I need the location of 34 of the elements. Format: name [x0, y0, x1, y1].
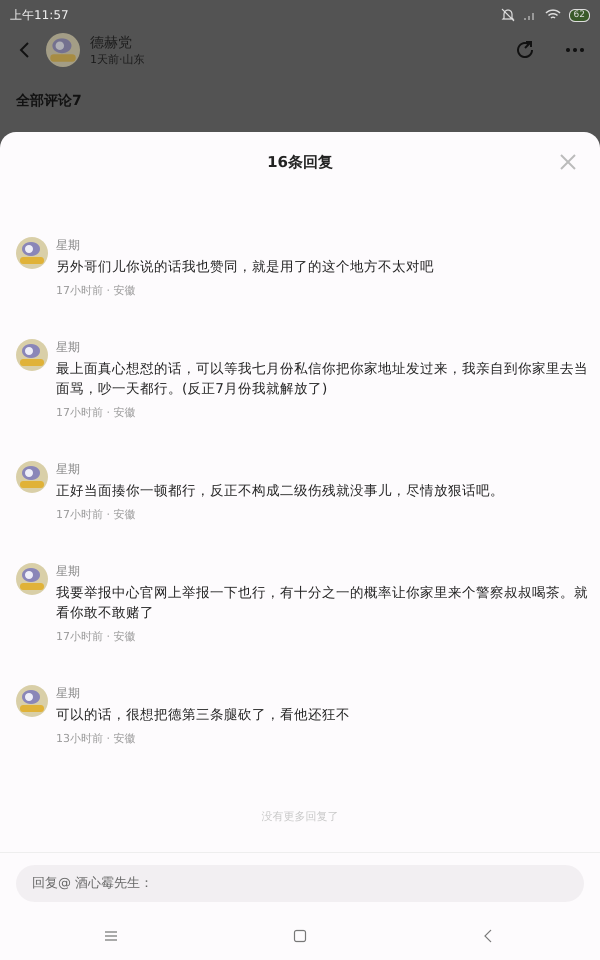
user-name: 星期	[56, 461, 81, 477]
reply-meta: 13小时前 · 安徽	[56, 731, 136, 747]
reply-field[interactable]: 回复@ 酒心霉先生：	[16, 865, 584, 902]
avatar-icon	[16, 563, 48, 595]
reply-text: 另外哥们儿你说的话我也赞同，就是用了的这个地方不太对吧	[56, 258, 434, 277]
reply-text: 正好当面揍你一顿都行，反正不构成二级伤残就没事儿，尽情放狠话吧。	[56, 482, 504, 501]
share-icon[interactable]	[514, 39, 536, 61]
battery-indicator: 62	[568, 8, 590, 22]
avatar-icon	[16, 461, 48, 493]
sheet-title: 16条回复	[267, 152, 333, 172]
author-name: 德赫党	[90, 34, 133, 52]
user-name: 星期	[56, 685, 81, 701]
user-name: 星期	[56, 339, 81, 355]
reply-text: 最上面真心想怼的话，可以等我七月份私信你把你家地址发过来，我亲自到你家里去当面骂，吵一天都行。(反正7月份我就解放了)	[56, 360, 589, 399]
reply-meta: 17小时前 · 安徽	[56, 405, 136, 421]
reply-meta: 17小时前 · 安徽	[56, 507, 136, 523]
reply-meta: 17小时前 · 安徽	[56, 283, 136, 299]
close-icon[interactable]	[560, 154, 576, 170]
section-title: 全部评论7	[15, 92, 83, 110]
user-name: 星期	[56, 563, 81, 579]
avatar-icon	[16, 685, 48, 717]
avatar-icon	[46, 33, 80, 67]
reply-meta: 17小时前 · 安徽	[56, 629, 136, 645]
user-name: 星期	[56, 237, 81, 253]
menu-icon[interactable]	[104, 929, 118, 943]
wifi-icon	[544, 9, 561, 21]
home-icon[interactable]	[292, 929, 307, 943]
reply-text: 我要举报中心官网上举报一下也行，有十分之一的概率让你家里来个警察叔叔喝茶。就看你敢不敢赌了	[56, 584, 589, 623]
bell-muted-icon	[500, 8, 515, 22]
post-meta: 1天前·山东	[90, 52, 146, 66]
status-time: 上午11:57	[10, 6, 69, 24]
avatar-icon	[16, 339, 48, 371]
avatar-icon	[16, 237, 48, 269]
reply-text: 可以的话，很想把德第三条腿砍了，看他还狂不	[56, 706, 350, 725]
